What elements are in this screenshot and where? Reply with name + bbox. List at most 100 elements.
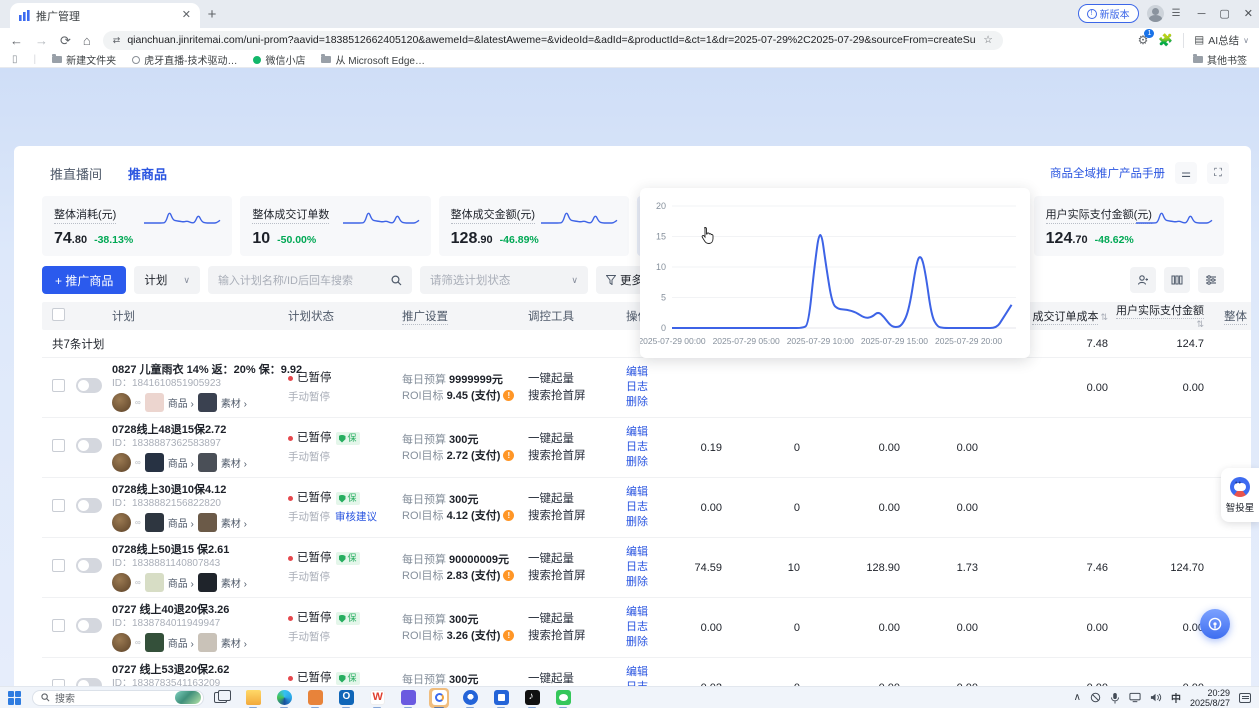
tab-live-room[interactable]: 推直播间	[50, 164, 102, 183]
taskbar-app-outlook[interactable]	[336, 688, 356, 708]
plan-enable-toggle[interactable]	[76, 618, 102, 633]
info-icon[interactable]: !	[503, 450, 514, 461]
product-thumbnail[interactable]	[145, 453, 164, 472]
info-icon[interactable]: !	[503, 570, 514, 581]
taskbar-app-doudian[interactable]	[491, 688, 511, 708]
search-topview-link[interactable]: 搜索抢首屏	[528, 448, 624, 465]
material-link[interactable]: 素材 ›	[221, 575, 247, 590]
extensions-puzzle-icon[interactable]: 🧩	[1158, 33, 1173, 47]
stat-card-paid-amount[interactable]: 用户实际支付金额(元) 124.70-48.62%	[1034, 196, 1224, 256]
row-checkbox[interactable]	[52, 439, 65, 452]
fullscreen-icon[interactable]: ⛶	[1207, 162, 1229, 184]
plan-title[interactable]: 0827 儿童雨衣 14% 返：20% 保：9.92	[112, 363, 286, 377]
taskbar-app-wechat[interactable]	[553, 688, 573, 708]
taskbar-app-edge[interactable]	[274, 688, 294, 708]
log-link[interactable]: 日志	[626, 380, 668, 395]
info-icon[interactable]: !	[503, 390, 514, 401]
material-thumbnail[interactable]	[198, 513, 217, 532]
ime-indicator[interactable]: 中	[1171, 690, 1181, 705]
col-header-plan[interactable]: 计划	[110, 308, 286, 324]
stat-card-orders[interactable]: 整体成交订单数 10-50.00%	[240, 196, 430, 256]
promote-product-button[interactable]: + 推广商品	[42, 266, 126, 294]
network-display-icon[interactable]	[1129, 692, 1141, 703]
info-icon[interactable]: !	[503, 510, 514, 521]
edit-link[interactable]: 编辑	[626, 545, 668, 560]
delete-link[interactable]: 删除	[626, 395, 668, 410]
material-thumbnail[interactable]	[198, 393, 217, 412]
taskbar-app-tiktok[interactable]	[522, 688, 542, 708]
sort-icon[interactable]: ⇅	[1196, 319, 1204, 329]
tab-close-icon[interactable]: ✕	[182, 10, 191, 21]
log-link[interactable]: 日志	[626, 500, 668, 515]
taskbar-clock[interactable]: 20:29 2025/8/27	[1190, 688, 1230, 708]
bookmark-item[interactable]: 从 Microsoft Edge…	[321, 52, 424, 67]
edit-link[interactable]: 编辑	[626, 425, 668, 440]
material-link[interactable]: 素材 ›	[221, 455, 247, 470]
window-maximize-button[interactable]: ▢	[1219, 7, 1229, 20]
delete-link[interactable]: 删除	[626, 635, 668, 650]
plan-enable-toggle[interactable]	[76, 558, 102, 573]
product-link[interactable]: 商品 ›	[168, 455, 194, 470]
plan-enable-toggle[interactable]	[76, 498, 102, 513]
product-manual-link[interactable]: 商品全域推广产品手册	[1050, 165, 1165, 181]
delete-link[interactable]: 删除	[626, 515, 668, 530]
plan-title[interactable]: 0728线上48退15保2.72	[112, 423, 286, 437]
extension-notify-icon[interactable]: ⚙1	[1138, 33, 1149, 47]
microphone-icon[interactable]	[1110, 692, 1120, 704]
log-link[interactable]: 日志	[626, 440, 668, 455]
card-settings-icon[interactable]: ⚌	[1175, 162, 1197, 184]
col-header-setting[interactable]: 推广设置	[400, 308, 526, 324]
log-link[interactable]: 日志	[626, 560, 668, 575]
material-link[interactable]: 素材 ›	[221, 395, 247, 410]
col-header-tools[interactable]: 调控工具	[526, 308, 624, 324]
task-view-icon[interactable]	[214, 692, 227, 703]
delete-link[interactable]: 删除	[626, 575, 668, 590]
bookmark-item[interactable]: 虎牙直播-技术驱动…	[132, 52, 237, 67]
one-key-boost-link[interactable]: 一键起量	[528, 611, 624, 628]
search-topview-link[interactable]: 搜索抢首屏	[528, 388, 624, 405]
audience-icon[interactable]	[1130, 267, 1156, 293]
one-key-boost-link[interactable]: 一键起量	[528, 551, 624, 568]
plan-enable-toggle[interactable]	[76, 378, 102, 393]
plan-title[interactable]: 0728线上30退10保4.12	[112, 483, 286, 497]
row-checkbox[interactable]	[52, 379, 65, 392]
url-bar[interactable]: ⇄ qianchuan.jinritemai.com/uni-prom?aavi…	[103, 31, 1003, 50]
search-input[interactable]: 输入计划名称/ID后回车搜索	[208, 266, 412, 294]
stat-card-cost[interactable]: 整体消耗(元) 74.80-38.13%	[42, 196, 232, 256]
material-link[interactable]: 素材 ›	[221, 515, 247, 530]
taskbar-app-blueround[interactable]	[460, 688, 480, 708]
taskbar-app-store[interactable]	[305, 688, 325, 708]
product-link[interactable]: 商品 ›	[168, 635, 194, 650]
select-all-checkbox[interactable]	[52, 308, 65, 321]
tray-chevron-up-icon[interactable]: ∧	[1074, 693, 1081, 703]
taskbar-app-explorer[interactable]	[243, 688, 263, 708]
touchpad-off-icon[interactable]	[1090, 692, 1101, 703]
one-key-boost-link[interactable]: 一键起量	[528, 431, 624, 448]
plan-type-select[interactable]: 计划∨	[134, 266, 200, 294]
one-key-boost-link[interactable]: 一键起量	[528, 371, 624, 388]
start-button-icon[interactable]	[8, 691, 22, 705]
ai-summary-button[interactable]: ▤ AI总结 ∨	[1183, 33, 1249, 48]
bookmark-star-icon[interactable]: ☆	[983, 34, 992, 46]
review-suggestion-link[interactable]: 审核建议	[335, 509, 377, 524]
edit-link[interactable]: 编辑	[626, 605, 668, 620]
site-permissions-icon[interactable]: ⇄	[113, 35, 121, 46]
search-highlight-image[interactable]	[175, 691, 201, 704]
row-checkbox[interactable]	[52, 499, 65, 512]
search-topview-link[interactable]: 搜索抢首屏	[528, 508, 624, 525]
log-link[interactable]: 日志	[626, 620, 668, 635]
back-icon[interactable]: ←	[10, 34, 23, 47]
stat-card-gmv[interactable]: 整体成交金额(元) 128.90-46.89%	[439, 196, 629, 256]
material-thumbnail[interactable]	[198, 453, 217, 472]
material-thumbnail[interactable]	[198, 633, 217, 652]
col-header-overall[interactable]: 整体	[1212, 308, 1251, 324]
col-header-paid-amount[interactable]: 用户实际支付金额⇅	[1116, 302, 1212, 330]
row-checkbox[interactable]	[52, 559, 65, 572]
one-key-boost-link[interactable]: 一键起量	[528, 491, 624, 508]
help-float-button[interactable]	[1200, 609, 1230, 639]
notification-center-icon[interactable]	[1239, 693, 1251, 703]
new-version-button[interactable]: ! 新版本	[1078, 4, 1139, 23]
side-panel-icon[interactable]: ▯	[12, 54, 18, 65]
material-link[interactable]: 素材 ›	[221, 635, 247, 650]
product-thumbnail[interactable]	[145, 633, 164, 652]
